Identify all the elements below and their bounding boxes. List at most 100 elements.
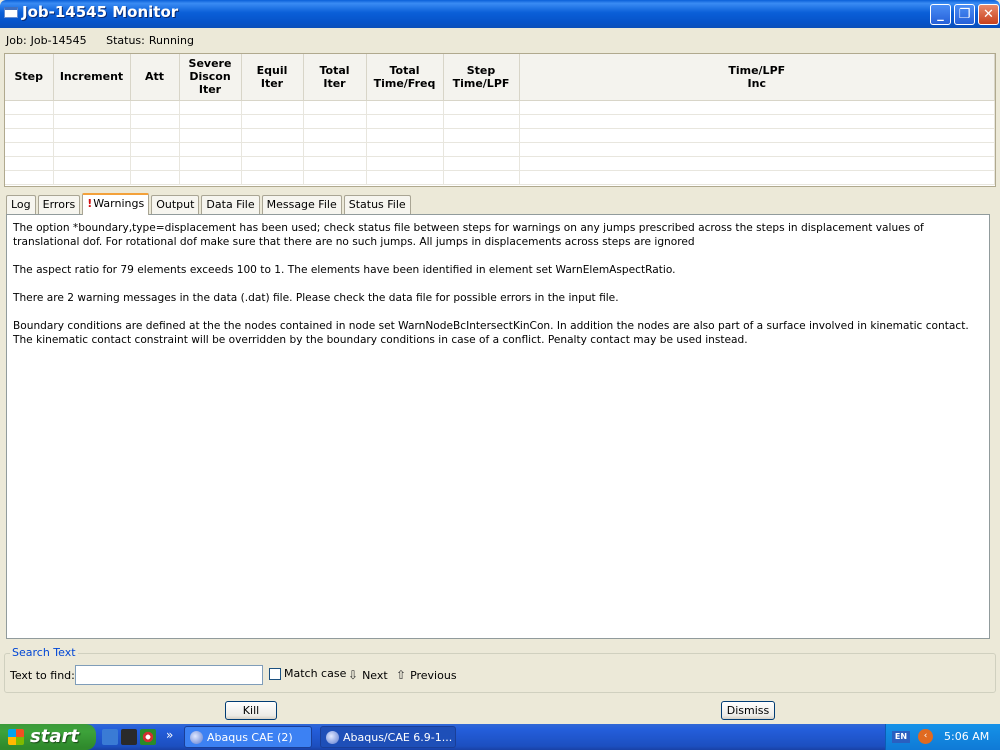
table-cell	[5, 170, 54, 185]
chevron-right-icon[interactable]: »	[166, 728, 173, 742]
system-tray: EN ‹ 5:06 AM	[885, 724, 1000, 750]
table-row[interactable]	[5, 114, 995, 129]
table-cell	[519, 114, 995, 129]
tab-errors[interactable]: Errors	[37, 195, 81, 215]
checkbox-box[interactable]	[269, 667, 281, 680]
table-cell	[443, 114, 520, 129]
previous-label: Previous	[410, 668, 457, 682]
taskbar-item-abaqus-cae[interactable]: Abaqus CAE (2)	[184, 726, 312, 748]
title-bar[interactable]: Job-14545 Monitor _ ❐ ✕	[0, 0, 1000, 28]
taskbar-item-abaqus-cae-6-9[interactable]: Abaqus/CAE 6.9-1...	[320, 726, 456, 748]
progress-table[interactable]: Step Increment Att Severe Discon Iter Eq…	[4, 53, 996, 187]
table-cell	[241, 156, 304, 171]
warning-message: The aspect ratio for 79 elements exceeds…	[13, 264, 676, 276]
table-cell	[366, 142, 444, 157]
column-header-step[interactable]: Step	[5, 54, 54, 101]
tab-output[interactable]: Output	[151, 195, 200, 215]
table-cell	[443, 100, 520, 115]
close-button[interactable]: ✕	[978, 4, 999, 25]
table-cell	[179, 114, 242, 129]
match-case-checkbox[interactable]: Match case	[269, 667, 346, 680]
table-row[interactable]	[5, 156, 995, 171]
table-cell	[53, 156, 131, 171]
column-header-increment[interactable]: Increment	[53, 54, 131, 101]
table-row[interactable]	[5, 142, 995, 157]
arrow-down-icon: ⇩	[348, 668, 359, 682]
job-info: Job: Job-14545 Status: Running	[6, 34, 210, 47]
table-row[interactable]	[5, 128, 995, 143]
table-cell	[366, 100, 444, 115]
next-button[interactable]: ⇩ Next	[348, 668, 388, 682]
tray-back-icon[interactable]: ‹	[918, 729, 933, 744]
warning-icon: !	[87, 197, 93, 210]
table-cell	[5, 156, 54, 171]
find-label: Text to find:	[10, 669, 75, 682]
table-cell	[519, 156, 995, 171]
warning-message: Boundary conditions are defined at the t…	[13, 320, 969, 346]
table-cell	[130, 142, 180, 157]
start-button[interactable]: start	[0, 724, 96, 750]
app-icon[interactable]	[121, 729, 137, 745]
column-header-total-time-freq[interactable]: Total Time/Freq	[366, 54, 444, 101]
tab-warnings[interactable]: !Warnings	[82, 193, 150, 215]
minimize-button[interactable]: _	[930, 4, 951, 25]
tab-status-file[interactable]: Status File	[343, 195, 411, 215]
table-cell	[303, 100, 367, 115]
table-row[interactable]	[5, 100, 995, 115]
restore-button[interactable]: ❐	[954, 4, 975, 25]
table-cell	[179, 100, 242, 115]
previous-button[interactable]: ⇧ Previous	[396, 668, 457, 682]
table-cell	[443, 170, 520, 185]
table-cell	[179, 156, 242, 171]
table-cell	[303, 114, 367, 129]
table-cell	[179, 170, 242, 185]
table-cell	[519, 142, 995, 157]
column-header-equil-iter[interactable]: Equil Iter	[241, 54, 304, 101]
abaqus-icon	[326, 731, 339, 744]
start-label: start	[30, 726, 79, 747]
table-cell	[241, 100, 304, 115]
column-header-step-time-lpf[interactable]: Step Time/LPF	[443, 54, 520, 101]
kill-button[interactable]: Kill	[225, 701, 277, 720]
table-cell	[366, 114, 444, 129]
column-header-total-iter[interactable]: Total Iter	[303, 54, 367, 101]
column-header-att[interactable]: Att	[130, 54, 180, 101]
tab-log[interactable]: Log	[6, 195, 36, 215]
table-cell	[303, 128, 367, 143]
table-cell	[241, 170, 304, 185]
column-header-time-lpf-inc[interactable]: Time/LPF Inc	[519, 54, 995, 101]
table-cell	[241, 114, 304, 129]
language-indicator[interactable]: EN	[892, 731, 910, 743]
table-body	[5, 100, 995, 185]
table-cell	[443, 142, 520, 157]
table-cell	[366, 156, 444, 171]
table-cell	[5, 128, 54, 143]
column-header-severe-discon-iter[interactable]: Severe Discon Iter	[179, 54, 242, 101]
ie-icon[interactable]	[102, 729, 118, 745]
job-status: Running	[148, 34, 194, 47]
table-cell	[241, 142, 304, 157]
find-input[interactable]	[75, 665, 263, 685]
clock[interactable]: 5:06 AM	[944, 730, 989, 743]
table-cell	[303, 156, 367, 171]
warnings-text-area[interactable]: The option *boundary,type=displacement h…	[6, 214, 990, 639]
tab-data-file[interactable]: Data File	[201, 195, 260, 215]
taskbar: start » Abaqus CAE (2) Abaqus/CAE 6.9-1.…	[0, 724, 1000, 750]
dismiss-button[interactable]: Dismiss	[721, 701, 775, 720]
table-cell	[130, 128, 180, 143]
table-cell	[5, 142, 54, 157]
tab-message-file[interactable]: Message File	[261, 195, 342, 215]
table-cell	[179, 128, 242, 143]
browser-icon[interactable]	[140, 729, 156, 745]
table-cell	[443, 128, 520, 143]
next-label: Next	[362, 668, 388, 682]
table-cell	[519, 100, 995, 115]
table-cell	[53, 142, 131, 157]
table-cell	[519, 170, 995, 185]
table-cell	[130, 114, 180, 129]
warning-message: The option *boundary,type=displacement h…	[13, 222, 924, 248]
table-row[interactable]	[5, 170, 995, 185]
warning-message: There are 2 warning messages in the data…	[13, 292, 619, 304]
arrow-up-icon: ⇧	[396, 668, 407, 682]
table-cell	[53, 170, 131, 185]
